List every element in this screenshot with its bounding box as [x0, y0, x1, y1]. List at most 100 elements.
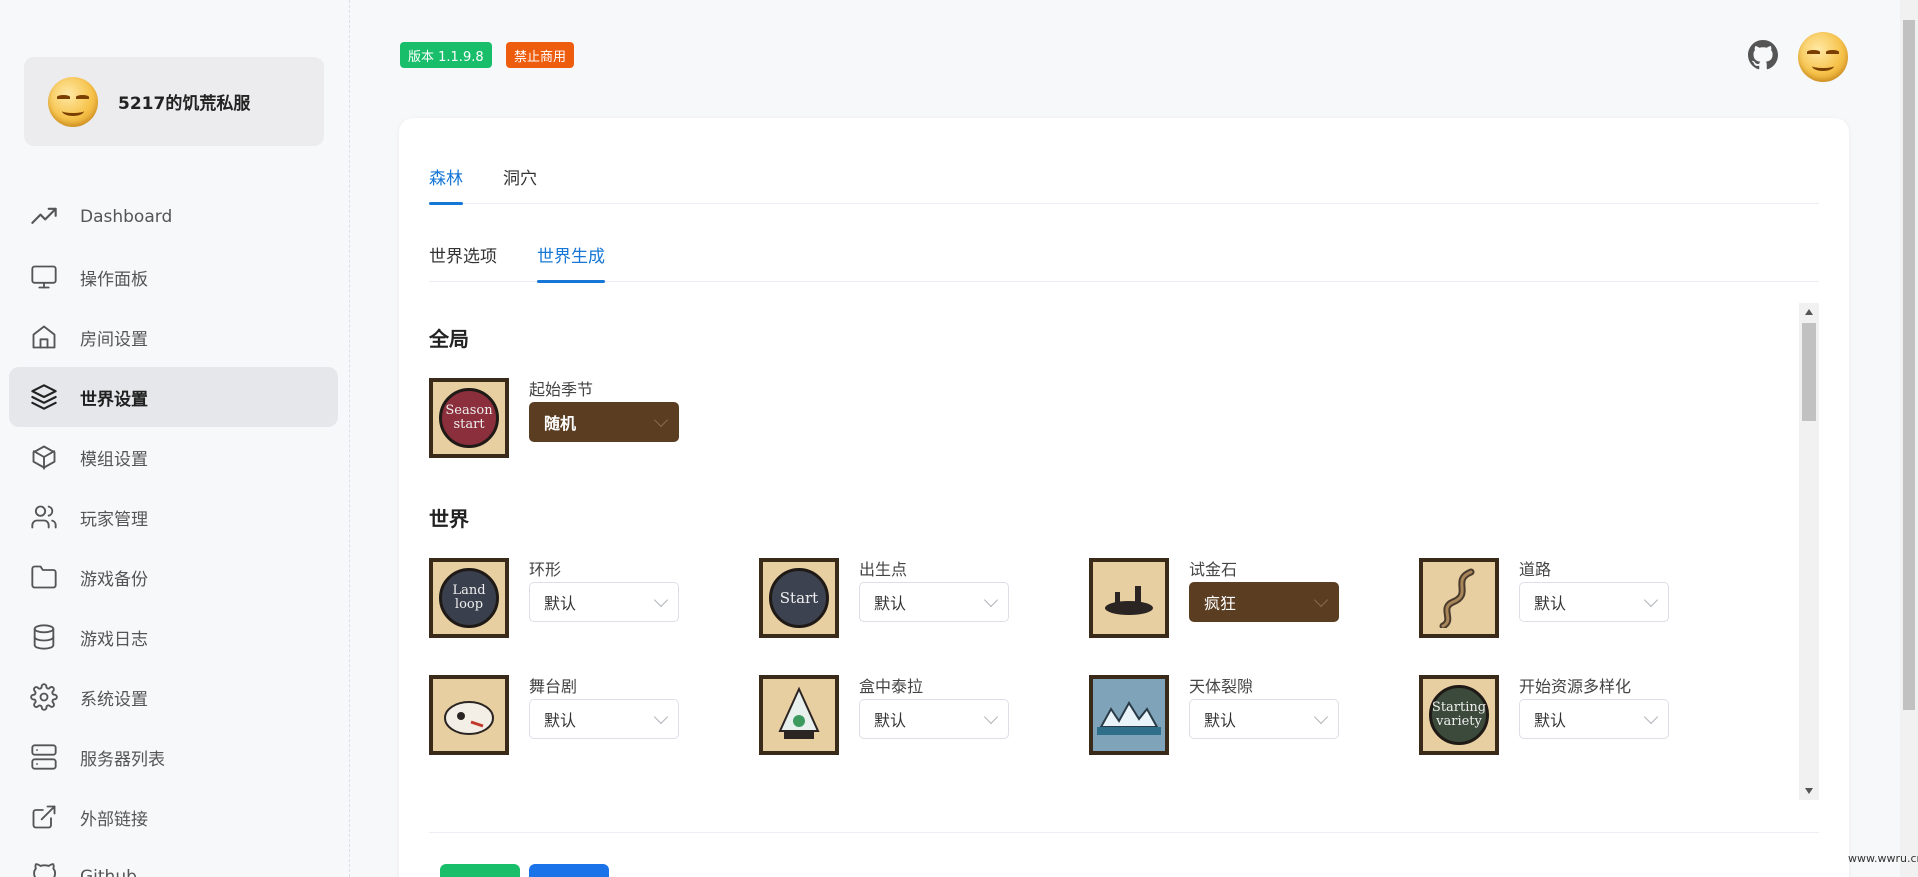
starting-variety-badge: Starting variety [1429, 685, 1489, 745]
terrarium-image [759, 675, 839, 755]
world-settings-card: 森林 洞穴 世界选项 世界生成 全局 Season start 起始季节 随机 … [399, 118, 1849, 877]
chevron-down-icon [1643, 592, 1659, 608]
watermark: www.wwru.cn [1848, 852, 1918, 865]
panel-scrollbar[interactable] [1799, 303, 1819, 800]
chevron-down-icon [983, 709, 999, 725]
sidebar-item-label: 外部链接 [80, 809, 148, 830]
sidebar-item-external-links[interactable]: 外部链接 [0, 787, 350, 847]
reset-button[interactable]: 重置 [440, 864, 520, 877]
save-button[interactable]: 保存 [529, 864, 609, 877]
brand-card[interactable]: 5217的饥荒私服 [24, 57, 324, 146]
sidebar: 5217的饥荒私服 Dashboard 操作面板 房间设置 世界设置 模组设置 … [0, 0, 350, 877]
sidebar-item-world-settings[interactable]: 世界设置 [9, 367, 338, 427]
settings-tabs: 世界选项 世界生成 [429, 242, 1819, 283]
chevron-down-icon [653, 592, 669, 608]
page-scrollbar[interactable] [1900, 0, 1918, 877]
external-link-icon [30, 803, 58, 831]
brand-name: 5217的饥荒私服 [118, 94, 251, 114]
brand-avatar [48, 76, 98, 127]
sidebar-nav: Dashboard 操作面板 房间设置 世界设置 模组设置 玩家管理 游戏备份 … [0, 187, 350, 877]
spawn-point-select[interactable]: 默认 [859, 582, 1009, 622]
land-loop-badge: Land loop [439, 568, 499, 628]
sidebar-item-github[interactable]: Github [0, 847, 350, 877]
chevron-down-icon [1643, 709, 1659, 725]
github-icon[interactable] [1748, 40, 1778, 74]
setting-label: 起始季节 [529, 380, 594, 399]
setting-celestial-rift: 天体裂隙 默认 [1089, 675, 1419, 757]
scroll-thumb[interactable] [1802, 323, 1816, 421]
tab-forest[interactable]: 森林 [429, 164, 463, 205]
loop-select[interactable]: 默认 [529, 582, 679, 622]
starting-variety-select[interactable]: 默认 [1519, 699, 1669, 739]
chevron-down-icon [1313, 709, 1329, 725]
chevron-down-icon [1313, 592, 1329, 608]
select-value: 默认 [874, 711, 907, 730]
setting-label: 环形 [529, 560, 562, 579]
sidebar-item-dashboard[interactable]: Dashboard [0, 187, 350, 247]
select-value: 默认 [874, 594, 907, 613]
sidebar-item-label: 操作面板 [80, 269, 148, 290]
select-value: 默认 [1534, 594, 1567, 613]
sidebar-item-game-backup[interactable]: 游戏备份 [0, 547, 350, 607]
touchstone-select[interactable]: 疯狂 [1189, 582, 1339, 622]
start-badge: Start [769, 568, 829, 628]
roads-select[interactable]: 默认 [1519, 582, 1669, 622]
land-loop-art-text: Land loop [452, 583, 486, 612]
version-badge: 版本 1.1.9.8 [400, 42, 492, 68]
tab-world-options[interactable]: 世界选项 [429, 242, 497, 282]
setting-roads: 道路 默认 [1419, 558, 1749, 640]
sidebar-item-player-management[interactable]: 玩家管理 [0, 487, 350, 547]
tab-world-generation[interactable]: 世界生成 [537, 242, 605, 283]
celestial-rift-select[interactable]: 默认 [1189, 699, 1339, 739]
section-title-world: 世界 [429, 507, 469, 531]
sidebar-item-label: 游戏日志 [80, 629, 148, 650]
stageplay-image [429, 675, 509, 755]
sidebar-item-label: 模组设置 [80, 449, 148, 470]
monitor-icon [30, 263, 58, 291]
scroll-up-arrow-icon[interactable] [1805, 309, 1813, 315]
package-icon [30, 443, 58, 471]
start-season-select[interactable]: 随机 [529, 402, 679, 442]
sidebar-item-label: 系统设置 [80, 689, 148, 710]
sidebar-item-label: 服务器列表 [80, 749, 165, 770]
database-icon [30, 623, 58, 651]
stageplay-art [444, 701, 494, 735]
setting-label: 盒中泰拉 [859, 677, 924, 696]
setting-spawn-point: Start 出生点 默认 [759, 558, 1089, 640]
setting-touchstone: 试金石 疯狂 [1089, 558, 1419, 640]
noncommercial-badge: 禁止商用 [506, 42, 575, 68]
touchstone-art [1105, 586, 1153, 615]
sidebar-item-mod-settings[interactable]: 模组设置 [0, 427, 350, 487]
sidebar-item-room-settings[interactable]: 房间设置 [0, 307, 350, 367]
sidebar-item-control-panel[interactable]: 操作面板 [0, 247, 350, 307]
sidebar-item-system-settings[interactable]: 系统设置 [0, 667, 350, 727]
sidebar-item-server-list[interactable]: 服务器列表 [0, 727, 350, 787]
page-scroll-thumb[interactable] [1903, 20, 1915, 710]
sidebar-item-game-log[interactable]: 游戏日志 [0, 607, 350, 667]
setting-starting-variety: Starting variety 开始资源多样化 默认 [1419, 675, 1749, 757]
sidebar-item-label: Dashboard [80, 207, 173, 227]
setting-label: 试金石 [1189, 560, 1238, 579]
chevron-down-icon [653, 709, 669, 725]
github-icon [30, 863, 58, 877]
season-start-badge: Season start [439, 388, 499, 448]
server-icon [30, 743, 58, 771]
stageplay-select[interactable]: 默认 [529, 699, 679, 739]
celestial-rift-art [1097, 701, 1161, 735]
shard-tabs: 森林 洞穴 [429, 164, 1819, 205]
scroll-down-arrow-icon[interactable] [1805, 788, 1813, 794]
select-value: 随机 [544, 414, 577, 433]
setting-label: 道路 [1519, 560, 1552, 579]
user-avatar[interactable] [1798, 32, 1848, 82]
terrarium-select[interactable]: 默认 [859, 699, 1009, 739]
trending-up-icon [30, 203, 58, 231]
land-loop-image: Land loop [429, 558, 509, 638]
select-value: 默认 [1204, 711, 1237, 730]
home-icon [30, 323, 58, 351]
season-start-art-text: Season start [445, 403, 493, 432]
sidebar-item-label: 玩家管理 [80, 509, 148, 530]
tab-caves[interactable]: 洞穴 [503, 164, 537, 204]
section-title-global: 全局 [429, 327, 469, 351]
select-value: 默认 [1534, 711, 1567, 730]
users-icon [30, 503, 58, 531]
